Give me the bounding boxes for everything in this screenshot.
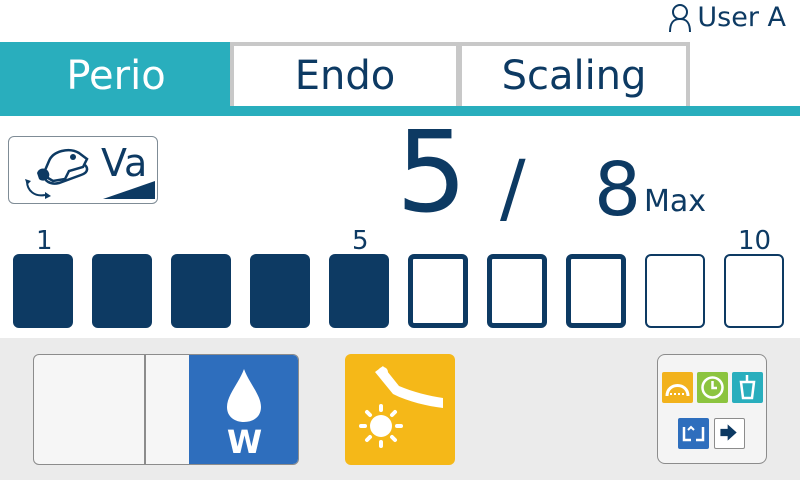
- control-panel: W: [0, 338, 800, 480]
- level-segment-3[interactable]: [171, 254, 231, 328]
- max-level: 8: [594, 147, 642, 233]
- level-segment-1[interactable]: [13, 254, 73, 328]
- timer-icon[interactable]: [697, 372, 728, 403]
- tab-perio[interactable]: Perio: [0, 42, 232, 106]
- level-segment-8[interactable]: [566, 254, 626, 328]
- water-label: W: [226, 423, 263, 461]
- handpiece-icon: [25, 149, 89, 199]
- tab-endo[interactable]: Endo: [230, 42, 460, 106]
- level-segment-7[interactable]: [487, 254, 547, 328]
- cup-icon[interactable]: [732, 372, 763, 403]
- user-icon: [669, 3, 692, 32]
- handpiece-light-icon: [359, 366, 443, 448]
- light-button[interactable]: [345, 354, 455, 465]
- max-label: Max: [644, 184, 707, 219]
- tab-scaling-label: Scaling: [501, 53, 647, 99]
- level-segment-6[interactable]: [408, 254, 468, 328]
- tab-perio-label: Perio: [66, 53, 166, 99]
- ramp-icon: [103, 181, 155, 199]
- power-mode-button[interactable]: Va: [8, 136, 158, 204]
- swap-icon[interactable]: [678, 418, 709, 449]
- mode-label: Va: [101, 141, 148, 185]
- water-divider: [144, 355, 146, 464]
- water-drop-icon: [227, 369, 261, 422]
- mode-tabs: Perio Endo Scaling: [0, 42, 800, 118]
- scale-tick-end: 10: [738, 226, 772, 256]
- level-segment-5[interactable]: [329, 254, 389, 328]
- level-segment-4[interactable]: [250, 254, 310, 328]
- exit-icon[interactable]: [714, 418, 745, 449]
- tab-endo-label: Endo: [294, 53, 396, 99]
- water-button[interactable]: W: [189, 355, 298, 464]
- tab-scaling[interactable]: Scaling: [458, 42, 690, 106]
- user-name: User A: [697, 2, 786, 33]
- level-segment-2[interactable]: [92, 254, 152, 328]
- level-separator: /: [500, 143, 526, 232]
- current-level: 5: [396, 108, 468, 238]
- settings-menu[interactable]: [657, 354, 767, 464]
- scale-tick-start: 1: [36, 226, 53, 256]
- water-control: W: [33, 354, 299, 465]
- level-segment-10[interactable]: [724, 254, 784, 328]
- scale-tick-mid: 5: [352, 226, 369, 256]
- user-indicator[interactable]: User A: [667, 2, 786, 33]
- arch-icon[interactable]: [662, 372, 693, 403]
- level-segment-9[interactable]: [645, 254, 705, 328]
